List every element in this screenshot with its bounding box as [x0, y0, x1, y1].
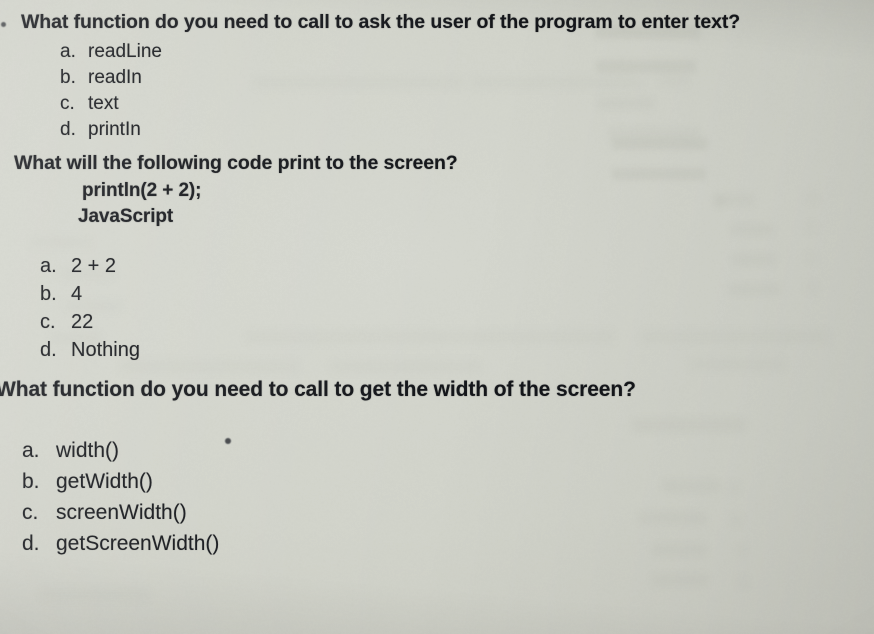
option-text: 2 + 2 [71, 255, 117, 277]
option-text: width() [56, 439, 120, 462]
question-1-options: a. readLine b. readIn c. text d. printIn [60, 41, 162, 145]
option-text: getWidth() [56, 470, 153, 493]
question-3-options: a. width() b. getWidth() c. screenWidth(… [22, 439, 219, 563]
option-letter: d. [40, 339, 57, 361]
option-item[interactable]: b. getWidth() [22, 470, 219, 501]
option-text: screenWidth() [56, 501, 187, 524]
option-letter: c. [40, 311, 56, 333]
ink-speck [225, 438, 231, 444]
option-letter: d. [22, 532, 40, 555]
option-letter: b. [40, 283, 57, 305]
option-item[interactable]: d. printIn [60, 119, 162, 145]
option-text: printIn [88, 119, 141, 140]
code-line-1: println(2 + 2); [82, 180, 202, 201]
option-item[interactable]: c. 22 [40, 311, 140, 339]
question-3-prompt: What function do you need to call to get… [0, 378, 636, 401]
option-item[interactable]: d. getScreenWidth() [22, 532, 219, 563]
option-item[interactable]: c. screenWidth() [22, 501, 219, 532]
option-item[interactable]: c. text [60, 93, 162, 119]
question-2-options: a. 2 + 2 b. 4 c. 22 d. Nothing [40, 255, 140, 367]
option-item[interactable]: d. Nothing [40, 339, 140, 367]
option-item[interactable]: b. readIn [60, 67, 162, 93]
option-letter: a. [22, 439, 40, 462]
option-letter: b. [60, 67, 76, 88]
option-item[interactable]: b. 4 [40, 283, 140, 311]
option-letter: b. [22, 470, 40, 493]
option-item[interactable]: a. width() [22, 439, 219, 470]
option-letter: d. [60, 119, 76, 140]
bullet-marker-icon [1, 22, 6, 27]
option-text: readLine [88, 41, 162, 62]
option-text: 4 [71, 283, 83, 305]
option-item[interactable]: a. readLine [60, 41, 162, 67]
quiz-content: What function do you need to call to ask… [0, 0, 874, 634]
option-letter: c. [60, 93, 75, 114]
option-letter: c. [22, 501, 39, 524]
option-text: getScreenWidth() [56, 532, 220, 555]
question-2-prompt: What will the following code print to th… [14, 152, 458, 174]
option-text: text [88, 93, 119, 114]
option-text: Nothing [71, 339, 140, 361]
option-text: readIn [88, 67, 142, 88]
option-letter: a. [60, 41, 76, 62]
option-letter: a. [40, 255, 57, 277]
question-1-prompt: What function do you need to call to ask… [21, 11, 741, 33]
code-line-2: JavaScript [78, 206, 174, 227]
option-text: 22 [71, 311, 94, 333]
option-item[interactable]: a. 2 + 2 [40, 255, 140, 283]
quiz-page-photo: What function do you need to call to ask… [0, 0, 874, 634]
